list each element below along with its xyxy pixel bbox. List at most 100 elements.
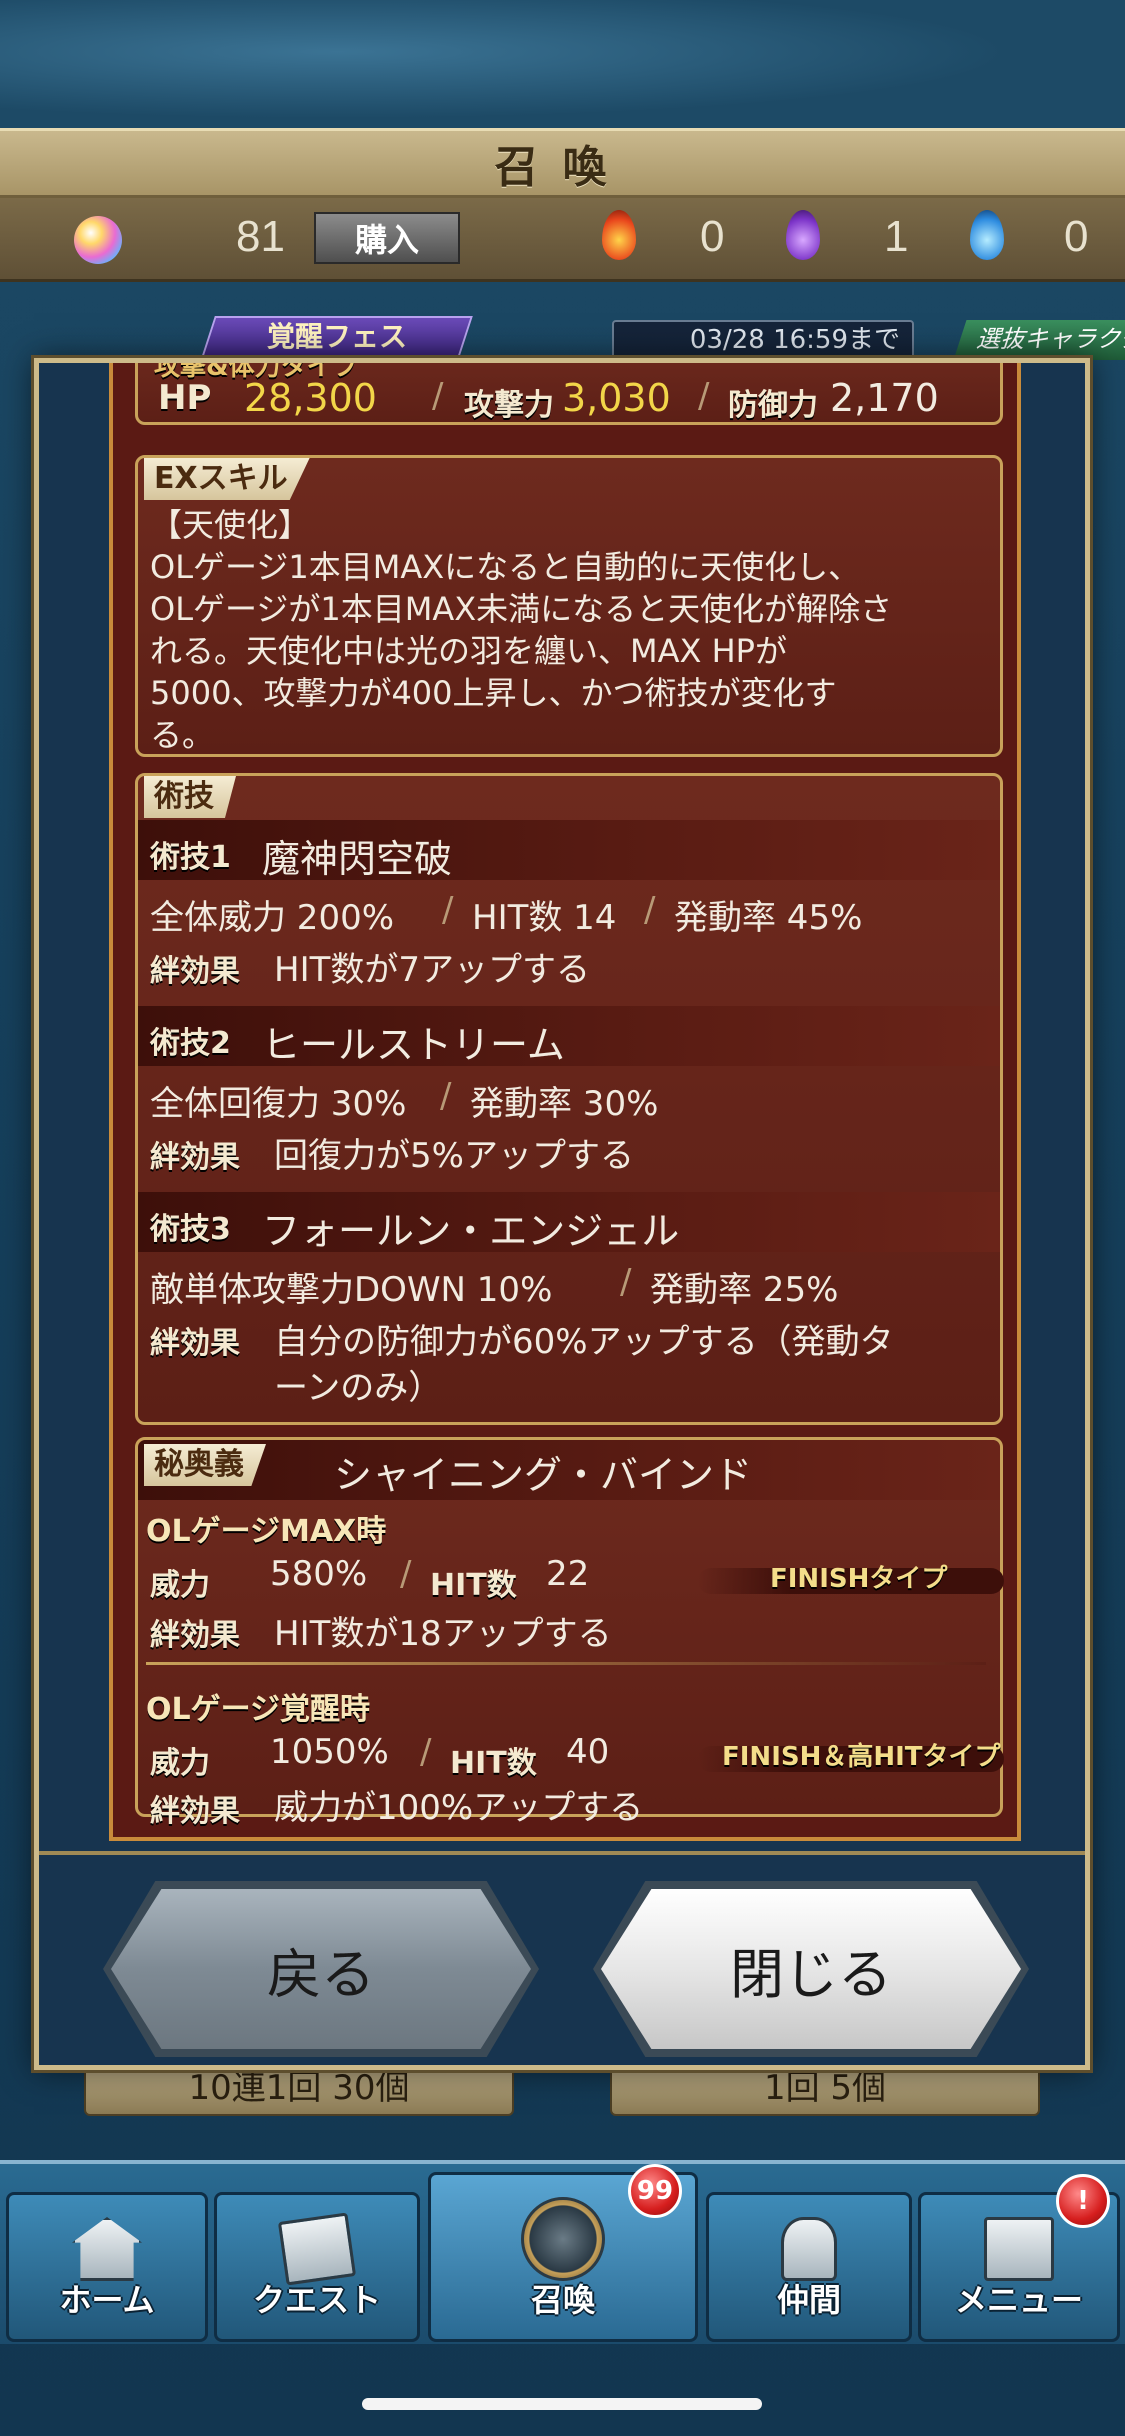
arts-panel: 術技 術技1 魔神閃空破 全体威力 200% / HIT数 14 / 発動率 4… (135, 773, 1003, 1425)
art-3-bond-cont: ーンのみ） (274, 1368, 443, 1408)
nav-friend[interactable]: 仲間 (706, 2192, 912, 2342)
purple-crystal-icon (786, 210, 820, 260)
mystic-awake-title: OLゲージ覚醒時 (146, 1692, 371, 1727)
art-1-stat: HIT数 14 (472, 898, 617, 938)
divider (146, 1662, 986, 1665)
art-2-bond: 回復力が5%アップする (274, 1136, 634, 1176)
end-date: 03/28 16:59まで (612, 320, 914, 360)
fire-crystal-icon (602, 210, 636, 260)
summon-badge: 99 (628, 2164, 682, 2218)
stats-panel: 攻撃&体力タイプ HP 28,300 / 攻撃力 3,030 / 防御力 2,1… (135, 363, 1003, 425)
buy-button[interactable]: 購入 (314, 212, 460, 264)
art-3-label: 術技3 (150, 1212, 231, 1247)
art-2-name: ヒールストリーム (262, 1023, 565, 1067)
art-2-row: 術技2 ヒールストリーム (138, 1006, 1000, 1067)
close-button[interactable]: 閉じる (601, 1889, 1021, 2049)
mystic-awake-type: FINISH＆高HITタイプ (722, 1742, 1001, 1772)
mystic-max-power: 580% (270, 1554, 368, 1594)
ex-skill-line: 5000、攻撃力が400上昇し、かつ術技が変化す (150, 674, 837, 712)
nav-summon-label: 召喚 (530, 2281, 595, 2319)
scroll-icon (984, 2217, 1054, 2281)
art-3-name: フォールン・エンジェル (262, 1209, 680, 1253)
mystic-tag: 秘奥義 (144, 1444, 266, 1486)
nav-home[interactable]: ホーム (6, 2192, 208, 2342)
fes-label: 覚醒フェス (201, 316, 473, 358)
power-label: 威力 (150, 1568, 210, 1603)
nav-menu-label: メニュー (954, 2281, 1083, 2319)
bond-label: 絆効果 (150, 954, 240, 989)
art-2-stat: 全体回復力 30% (150, 1084, 407, 1124)
separator: / (440, 1076, 452, 1116)
mystic-max-hit: 22 (546, 1554, 590, 1594)
divider (39, 1851, 1085, 1855)
nav-home-label: ホーム (59, 2281, 155, 2319)
page-title: 召喚 (494, 142, 631, 193)
back-button[interactable]: 戻る (111, 1889, 531, 2049)
blue-crystal-count: 0 (1064, 212, 1089, 261)
hp-value: 28,300 (244, 376, 377, 420)
bond-label: 絆効果 (150, 1326, 240, 1361)
character-detail-modal: 攻撃&体力タイプ HP 28,300 / 攻撃力 3,030 / 防御力 2,1… (34, 358, 1090, 2070)
arts-tag: 術技 (144, 776, 236, 818)
hit-label: HIT数 (450, 1746, 537, 1781)
separator: / (400, 1554, 412, 1594)
gem-count: 81 (236, 212, 285, 261)
purple-crystal-count: 1 (884, 212, 909, 261)
bottom-nav: ホーム クエスト 召喚 99 仲間 メニュー ! (0, 2160, 1125, 2344)
art-3-stat: 敵単体攻撃力DOWN 10% (150, 1270, 553, 1310)
mystic-name: シャイニング・バインド (334, 1453, 753, 1497)
person-icon (781, 2217, 837, 2281)
hp-label: HP (158, 378, 212, 418)
title-bar: 召喚 (0, 128, 1125, 198)
home-indicator[interactable] (362, 2398, 762, 2410)
art-1-row: 術技1 魔神閃空破 (138, 820, 1000, 881)
separator: / (442, 890, 454, 930)
def-value: 2,170 (830, 376, 939, 420)
banner-strip: 覚醒フェス 03/28 16:59まで 選抜キャラクタ (0, 310, 1125, 360)
mystic-max-type: FINISHタイプ (770, 1564, 948, 1594)
separator: / (620, 1262, 632, 1302)
power-label: 威力 (150, 1746, 210, 1781)
separator: / (644, 890, 656, 930)
rainbow-gem-icon (74, 216, 122, 264)
ex-skill-tag: EXスキル (144, 458, 310, 500)
hit-label: HIT数 (430, 1568, 517, 1603)
atk-label: 攻撃力 (464, 388, 554, 423)
summon-emblem-icon (521, 2197, 605, 2281)
def-label: 防御力 (728, 388, 818, 423)
ex-skill-line: る。 (150, 716, 215, 754)
menu-badge: ! (1056, 2174, 1110, 2228)
art-3-stat: 発動率 25% (650, 1270, 839, 1310)
mystic-max-bond: HIT数が18アップする (274, 1614, 612, 1654)
currency-bar: 81 購入 0 1 0 (0, 198, 1125, 282)
mystic-max-title: OLゲージMAX時 (146, 1514, 387, 1549)
separator: / (420, 1732, 432, 1772)
ex-skill-line: OLゲージ1本目MAXになると自動的に天使化し、 (150, 548, 861, 586)
ex-skill-line: れる。天使化中は光の羽を纏い、MAX HPが (150, 632, 787, 670)
art-1-name: 魔神閃空破 (262, 837, 453, 881)
mystic-awake-power: 1050% (270, 1732, 389, 1772)
art-3-bond: 自分の防御力が60%アップする（発動タ (274, 1322, 894, 1362)
blue-crystal-icon (970, 210, 1004, 260)
art-1-stat: 発動率 45% (674, 898, 863, 938)
fire-crystal-count: 0 (700, 212, 725, 261)
art-1-label: 術技1 (150, 840, 231, 875)
atk-value: 3,030 (562, 376, 671, 420)
art-2-stat: 発動率 30% (470, 1084, 659, 1124)
ex-skill-panel: EXスキル 【天使化】 OLゲージ1本目MAXになると自動的に天使化し、 OLゲ… (135, 455, 1003, 757)
select-label: 選抜キャラクタ (953, 320, 1125, 360)
detail-scroll-area[interactable]: 攻撃&体力タイプ HP 28,300 / 攻撃力 3,030 / 防御力 2,1… (109, 363, 1021, 1841)
bond-label: 絆効果 (150, 1618, 240, 1653)
mystic-awake-hit: 40 (566, 1732, 610, 1772)
separator: / (698, 376, 710, 416)
background-ornament (0, 0, 1125, 130)
bond-label: 絆効果 (150, 1794, 240, 1829)
home-icon (72, 2217, 142, 2281)
ex-skill-line: 【天使化】 (150, 506, 311, 544)
ex-skill-line: OLゲージが1本目MAX未満になると天使化が解除さ (150, 590, 893, 628)
art-1-stat: 全体威力 200% (150, 898, 395, 938)
mystic-awake-bond: 威力が100%アップする (274, 1788, 644, 1828)
nav-friend-label: 仲間 (776, 2281, 841, 2319)
nav-quest[interactable]: クエスト (214, 2192, 420, 2342)
art-1-bond: HIT数が7アップする (274, 950, 590, 990)
